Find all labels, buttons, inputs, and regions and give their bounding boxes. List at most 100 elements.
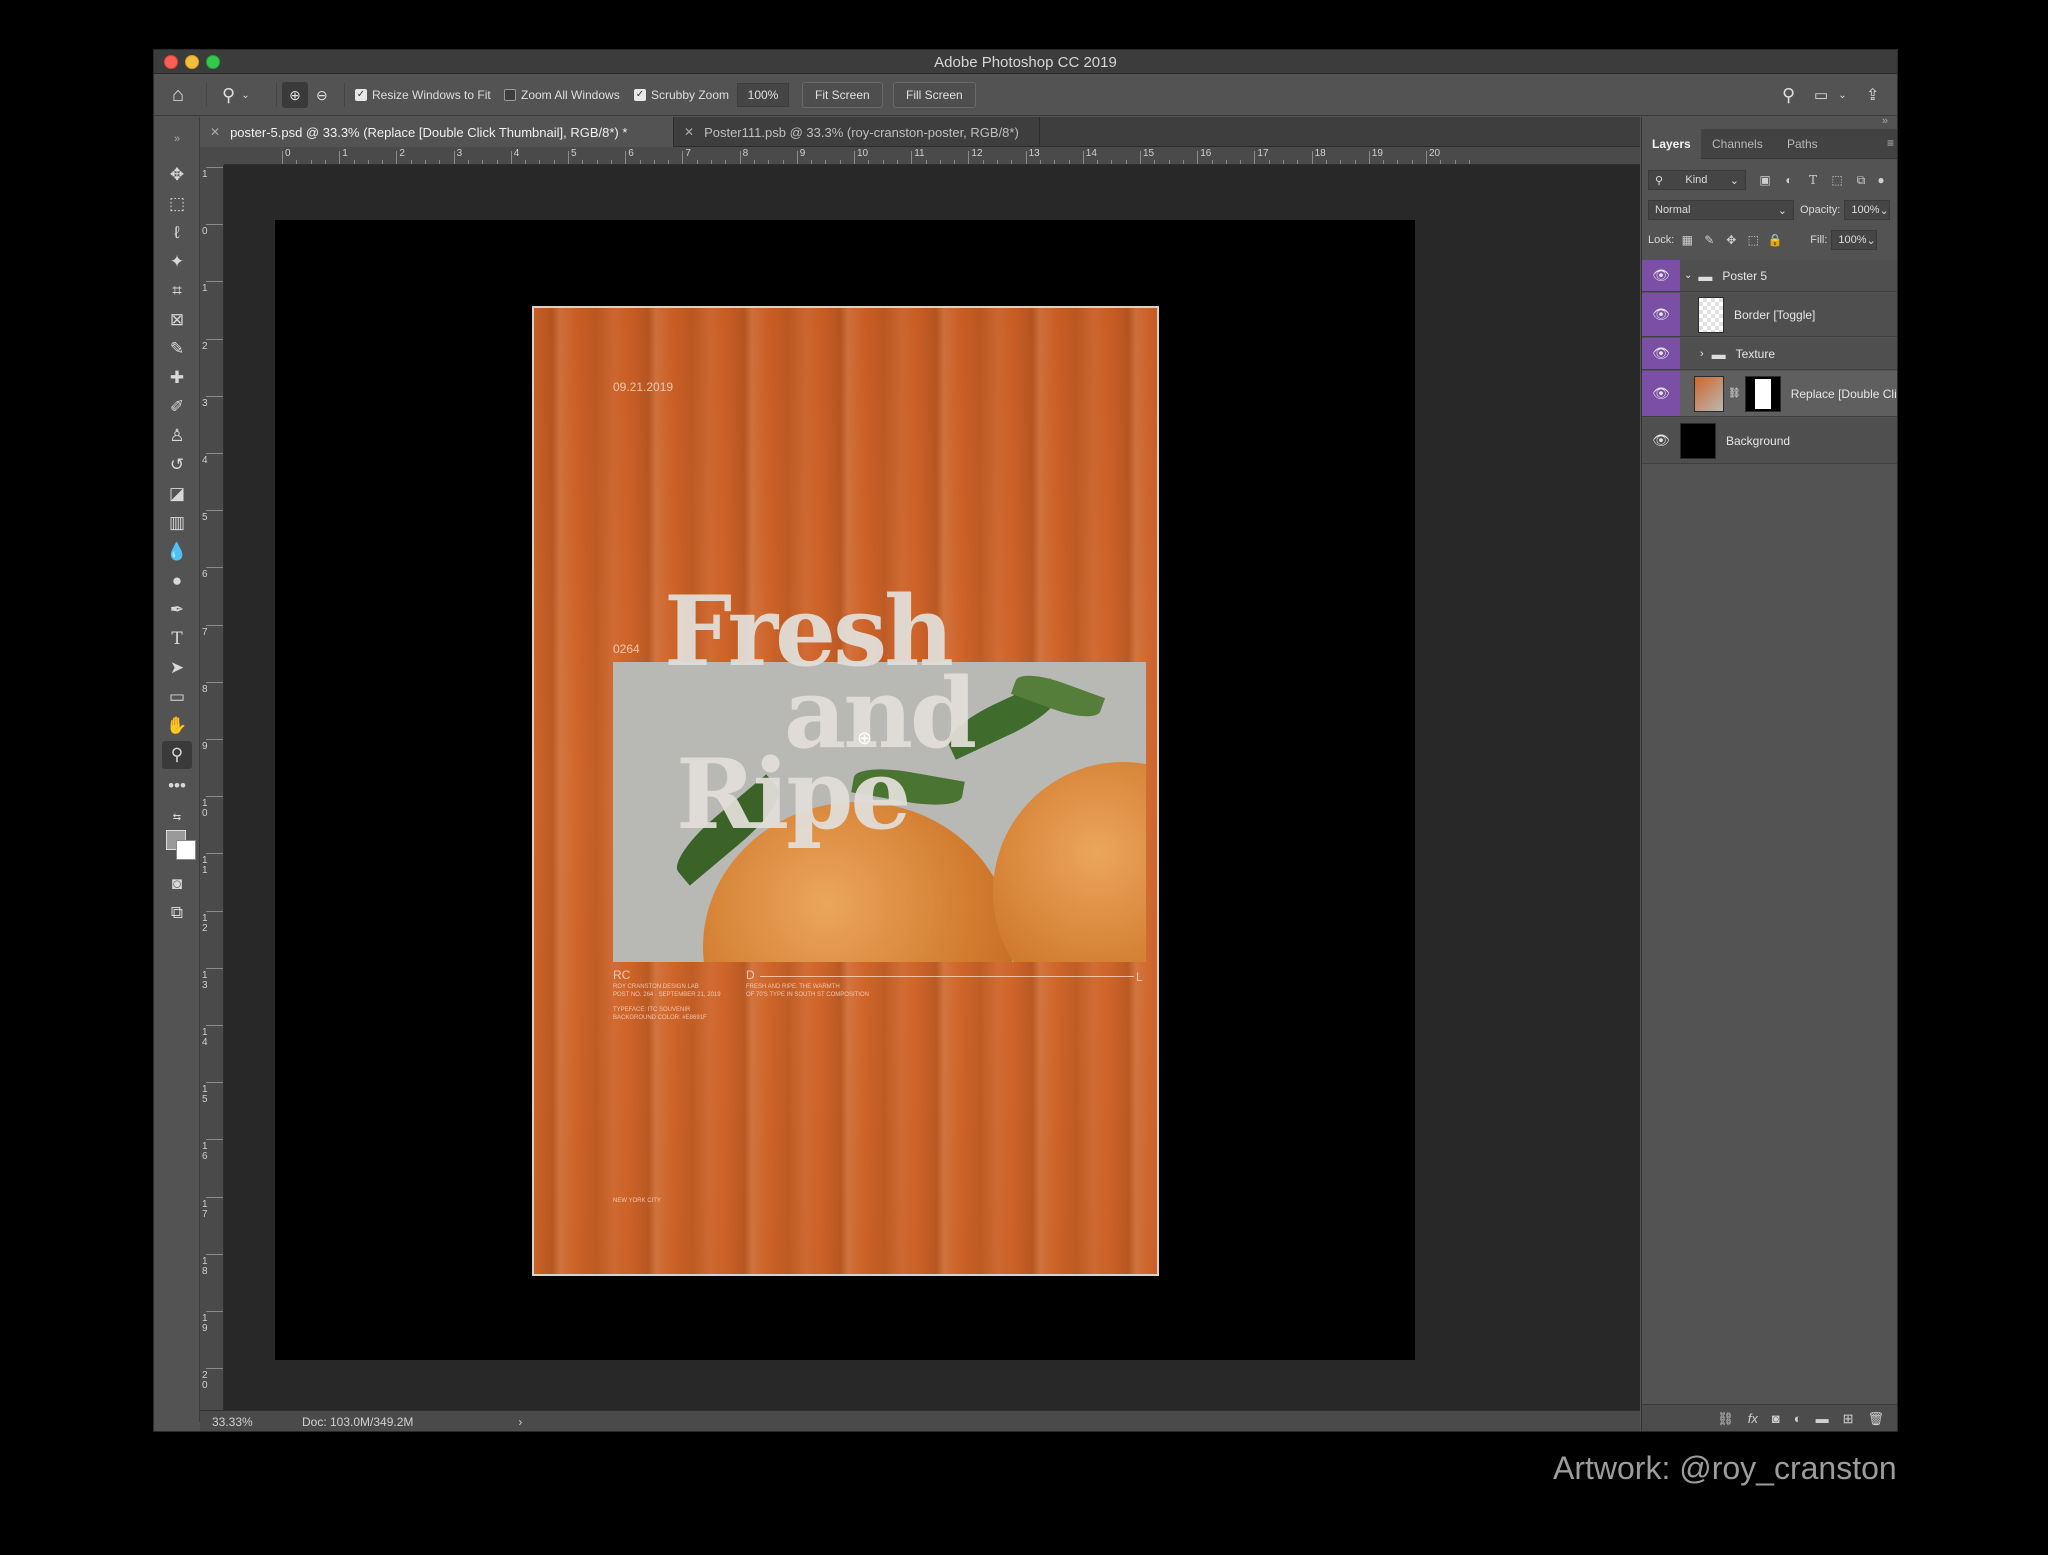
healing-brush-tool-icon[interactable]: ✚	[162, 364, 192, 392]
path-selection-tool-icon[interactable]: ➤	[162, 654, 192, 682]
tab-poster111[interactable]: ✕ Poster111.psb @ 33.3% (roy-cranston-pos…	[674, 117, 1040, 147]
crop-tool-icon[interactable]: ⌗	[162, 277, 192, 305]
credit-line: OF 70'S TYPE IN SOUTH ST COMPOSITION	[746, 991, 869, 998]
pixel-filter-icon[interactable]: ▣	[1756, 171, 1774, 189]
visibility-eye-icon[interactable]: 👁	[1642, 260, 1680, 291]
type-tool-icon[interactable]: T	[162, 625, 192, 653]
opacity-field[interactable]: 100% ⌄	[1844, 200, 1891, 220]
gradient-tool-icon[interactable]: ▥	[162, 509, 192, 537]
chevron-down-icon[interactable]: ⌄	[1684, 270, 1692, 281]
new-layer-icon[interactable]: ⊞	[1843, 1411, 1854, 1427]
chevron-down-icon[interactable]: ⌄	[1880, 204, 1889, 217]
ruler-tick	[282, 151, 283, 164]
shape-filter-icon[interactable]: ⬚	[1828, 171, 1846, 189]
adjustment-filter-icon[interactable]: ◐	[1780, 171, 1798, 189]
layer-row-poster-5[interactable]: 👁 ⌄ ▬ Poster 5	[1642, 260, 1897, 292]
dodge-tool-icon[interactable]: ●	[162, 567, 192, 595]
resize-windows-checkbox[interactable]: ✓ Resize Windows to Fit	[355, 74, 491, 116]
lock-position-icon[interactable]: ✥	[1722, 231, 1740, 249]
marquee-tool-icon[interactable]: ⬚	[162, 190, 192, 218]
move-tool-icon[interactable]: ✥	[162, 161, 192, 189]
tab-paths[interactable]: Paths	[1777, 129, 1828, 159]
search-icon[interactable]: ⚲	[1782, 74, 1795, 116]
brush-tool-icon[interactable]: ✐	[162, 393, 192, 421]
add-mask-icon[interactable]: ◙	[1772, 1411, 1780, 1426]
filter-toggle-icon[interactable]: ●	[1872, 171, 1890, 189]
zoom-tool-icon[interactable]: ⚲	[162, 741, 192, 769]
layer-row-replace[interactable]: 👁 ⛓ Replace [Double Click Thumbnail] ⛓	[1642, 371, 1897, 417]
frame-tool-icon[interactable]: ⊠	[162, 306, 192, 334]
smart-object-filter-icon[interactable]: ⧉	[1852, 171, 1870, 189]
panel-menu-icon[interactable]: ≡	[1887, 136, 1894, 150]
lock-all-icon[interactable]: 🔒	[1766, 231, 1784, 249]
layer-row-background[interactable]: 👁 Background 🔒	[1642, 418, 1897, 464]
collapse-panels-icon[interactable]: »	[1882, 115, 1888, 127]
fill-screen-button[interactable]: Fill Screen	[893, 82, 976, 108]
background-color-swatch[interactable]	[176, 840, 196, 860]
history-brush-tool-icon[interactable]: ↺	[162, 451, 192, 479]
fx-icon[interactable]: fx	[1748, 1411, 1758, 1426]
screen-mode-icon[interactable]: ⧉	[162, 899, 192, 927]
share-icon[interactable]: ⇪	[1866, 74, 1879, 116]
visibility-eye-icon[interactable]: 👁	[1642, 338, 1680, 369]
type-filter-icon[interactable]: T	[1804, 171, 1822, 189]
adjustment-layer-icon[interactable]: ◐	[1794, 1411, 1802, 1426]
status-bar: 33.33% Doc: 103.0M/349.2M ›	[200, 1410, 1640, 1431]
lock-artboard-icon[interactable]: ⬚	[1744, 231, 1762, 249]
ruler-tick	[339, 151, 341, 164]
chevron-right-icon[interactable]: ›	[518, 1415, 522, 1429]
rectangle-tool-icon[interactable]: ▭	[162, 683, 192, 711]
fit-screen-button[interactable]: Fit Screen	[802, 82, 883, 108]
visibility-eye-icon[interactable]: 👁	[1642, 418, 1680, 463]
scrubby-zoom-checkbox[interactable]: ✓ Scrubby Zoom	[634, 74, 729, 116]
layer-row-texture[interactable]: 👁 › ▬ Texture ⛓	[1642, 338, 1897, 370]
layer-row-border-toggle[interactable]: 👁 Border [Toggle] ⛓	[1642, 293, 1897, 337]
hand-tool-icon[interactable]: ✋	[162, 712, 192, 740]
swap-colors-icon[interactable]: ⇆	[162, 803, 192, 831]
magic-wand-tool-icon[interactable]: ✦	[162, 248, 192, 276]
pen-tool-icon[interactable]: ✒	[162, 596, 192, 624]
canvas-area[interactable]: 09.21.2019 0264 Fresh and Ripe RC D L RO…	[224, 165, 1640, 1410]
tab-channels[interactable]: Channels	[1702, 129, 1773, 159]
visibility-eye-icon[interactable]: 👁	[1642, 293, 1680, 336]
trash-icon[interactable]: 🗑	[1867, 1411, 1884, 1427]
home-icon[interactable]: ⌂	[172, 74, 184, 116]
status-zoom[interactable]: 33.33%	[212, 1415, 282, 1429]
new-group-icon[interactable]: ▬	[1816, 1411, 1829, 1426]
clone-stamp-tool-icon[interactable]: ♙	[162, 422, 192, 450]
close-icon[interactable]: ✕	[210, 125, 220, 139]
eyedropper-tool-icon[interactable]: ✎	[162, 335, 192, 363]
mask-link-icon[interactable]: ⛓	[1728, 388, 1741, 399]
workspace-icon[interactable]: ▭ ⌄	[1814, 74, 1847, 116]
blend-mode-dropdown[interactable]: Normal ⌄	[1648, 200, 1794, 220]
fill-field[interactable]: 100% ⌄	[1831, 230, 1878, 250]
tab-poster-5[interactable]: ✕ poster-5.psd @ 33.3% (Replace [Double C…	[200, 117, 674, 147]
zoom-all-windows-checkbox[interactable]: Zoom All Windows	[504, 74, 620, 116]
visibility-eye-icon[interactable]: 👁	[1642, 371, 1680, 416]
quick-mask-icon[interactable]: ◙	[162, 870, 192, 898]
layer-mask-thumbnail[interactable]	[1744, 375, 1781, 412]
zoom-in-mode-button[interactable]: ⊕	[282, 74, 308, 116]
ruler-label: 16	[1200, 148, 1212, 159]
chevron-right-icon[interactable]: ›	[1700, 348, 1704, 360]
blur-tool-icon[interactable]: 💧	[162, 538, 192, 566]
horizontal-ruler[interactable]: 0 1 2 3 4 5 6 7 8 9 10 11 12 13 14 15 16 17 18 19 20	[224, 147, 1640, 165]
lock-image-icon[interactable]: ✎	[1700, 231, 1718, 249]
document-canvas[interactable]: 09.21.2019 0264 Fresh and Ripe RC D L RO…	[275, 220, 1415, 1360]
collapse-toolbar-icon[interactable]: »	[162, 125, 192, 153]
link-layers-icon[interactable]: ⛓	[1717, 1411, 1734, 1427]
zoom-percent-field[interactable]: 100%	[737, 83, 789, 107]
close-icon[interactable]: ✕	[684, 125, 694, 139]
vertical-ruler[interactable]: 1 0 1 2 3 4 5 6 7 8 9 10 11 12 13 14 15 16 17 18 19 20	[200, 165, 224, 1410]
lock-transparent-icon[interactable]: ▦	[1678, 231, 1696, 249]
poster-artwork[interactable]: 09.21.2019 0264 Fresh and Ripe RC D L RO…	[532, 306, 1159, 1276]
lasso-tool-icon[interactable]: ℓ	[162, 219, 192, 247]
tab-layers[interactable]: Layers	[1642, 129, 1701, 159]
more-tools-icon[interactable]: •••	[162, 772, 192, 800]
ruler-label: 1	[342, 148, 348, 159]
zoom-tool-preset-icon[interactable]: ⚲ ⌄	[222, 74, 250, 116]
kind-filter-dropdown[interactable]: ⚲ Kind ⌄	[1648, 170, 1746, 190]
eraser-tool-icon[interactable]: ◪	[162, 480, 192, 508]
chevron-down-icon[interactable]: ⌄	[1867, 234, 1876, 247]
zoom-out-icon[interactable]: ⊖	[316, 74, 328, 116]
